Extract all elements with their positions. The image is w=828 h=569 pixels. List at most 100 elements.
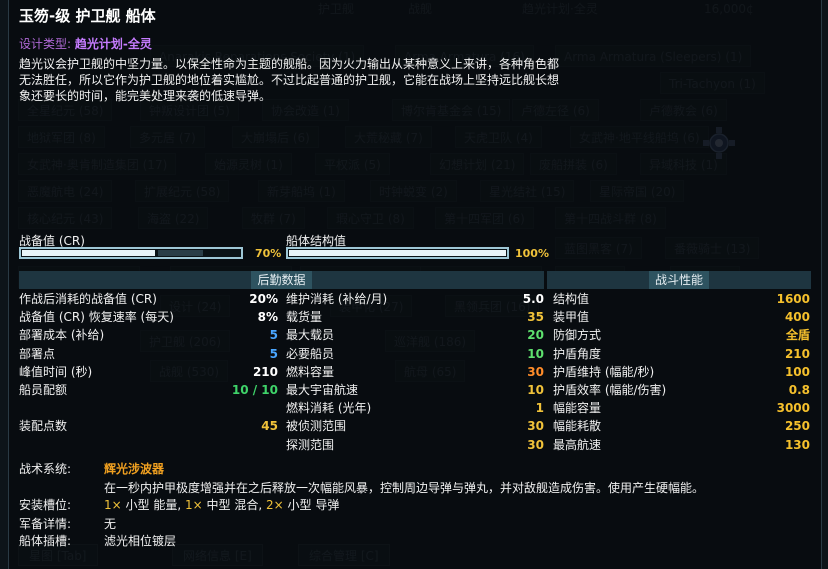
stat-row: 探测范围 30 (286, 436, 544, 454)
stat-label: 防御方式 (553, 328, 602, 343)
stat-row: 防御方式 全盾 (553, 326, 810, 344)
stat-label: 维护消耗 (补给/月) (286, 292, 388, 306)
stat-label: 装配点数 (19, 419, 68, 434)
description-line: 趋光议会护卫舰的中坚力量。以保全性命为主题的舰船。因为火力输出从某种意义上来讲，… (19, 57, 560, 71)
stat-value: 400 (784, 310, 810, 325)
mounts-label: 安装槽位: (19, 498, 72, 512)
stat-row: 燃料容量 30 (286, 363, 544, 381)
design-type-value: 趋光计划-全灵 (74, 37, 152, 51)
stat-row: 幅能耗散 250 (553, 417, 810, 435)
stat-row: 维护消耗 (补给/月) 5.0 (286, 290, 544, 308)
stat-value: 5 (269, 346, 278, 361)
stat-value: 30 (527, 364, 544, 379)
stat-label: 装甲值 (553, 310, 590, 325)
design-type-label: 设计类型: (19, 37, 72, 51)
stat-value: 3000 (776, 401, 810, 416)
stat-value: 250 (784, 419, 810, 434)
stat-label: 燃料容量 (286, 364, 335, 379)
stat-value: 100 (784, 364, 810, 379)
mounts-list: 1× 小型 能量, 1× 中型 混合, 2× 小型 导弹 (104, 496, 339, 513)
stat-row: 部署成本 (补给) 5 (19, 326, 278, 344)
stat-value: 130 (784, 437, 810, 452)
stat-label: 最大宇宙航速 (286, 383, 359, 397)
cr-bar-fill (22, 250, 155, 256)
tactical-system-description: 在一秒内护甲极度增强并在之后释放一次幅能风暴，控制周边导弹与弹丸，并对敌舰造成伤… (104, 481, 705, 495)
cr-bar-remainder (158, 250, 203, 256)
stat-value: 35 (527, 310, 544, 325)
stat-label: 最大载员 (286, 328, 335, 343)
stat-value: 45 (261, 419, 278, 434)
stat-row: 必要船员 10 (286, 345, 544, 363)
stat-value: 全盾 (785, 328, 810, 343)
stat-row: 护盾效率 (幅能/伤害) 0.8 (553, 381, 810, 399)
stat-value: 10 / 10 (231, 383, 278, 397)
stat-row: 幅能容量 3000 (553, 399, 810, 417)
stat-value: 1600 (776, 292, 810, 306)
tactical-system-name: 辉光涉波器 (104, 462, 165, 476)
design-type: 设计类型: 趋光计划-全灵 (19, 35, 152, 52)
stat-value: 30 (527, 419, 544, 434)
stat-row: 载货量 35 (286, 308, 544, 326)
stat-row: 部署点 5 (19, 345, 278, 363)
stat-row: 最高航速 130 (553, 436, 810, 454)
stat-label: 护盾效率 (幅能/伤害) (553, 383, 667, 397)
stat-row (19, 399, 278, 417)
armament-label: 军备详情: (19, 517, 72, 531)
stat-label: 幅能耗散 (553, 419, 602, 434)
stat-row: 最大宇宙航速 10 (286, 381, 544, 399)
stat-value: 20% (249, 292, 278, 306)
stat-label: 部署点 (19, 346, 56, 361)
ship-hull-tooltip: 玉笏-级 护卫舰 船体 设计类型: 趋光计划-全灵 趋光议会护卫舰的中坚力量。以… (8, 0, 822, 569)
stat-value: 210 (252, 364, 278, 379)
stat-row: 装甲值 400 (553, 308, 810, 326)
stat-row: 最大载员 20 (286, 326, 544, 344)
hull-bar-fill (289, 250, 506, 256)
stat-label: 最高航速 (553, 437, 602, 452)
tactical-system-label: 战术系统: (19, 462, 72, 476)
stat-row: 装配点数 45 (19, 417, 278, 435)
stat-label: 燃料消耗 (光年) (286, 401, 372, 416)
stat-label: 幅能容量 (553, 401, 602, 416)
stat-label: 载货量 (286, 310, 323, 325)
stat-value: 1 (535, 401, 544, 416)
stat-value: 20 (527, 328, 544, 343)
stat-label: 峰值时间 (秒) (19, 364, 93, 379)
mount-count: 2× (266, 498, 284, 512)
combat-header: 战斗性能 (547, 271, 811, 289)
stat-value: 0.8 (788, 383, 810, 397)
stat-label: 战备值 (CR) 恢复速率 (每天) (19, 310, 174, 325)
stat-row: 被侦测范围 30 (286, 417, 544, 435)
stat-row: 燃料消耗 (光年) 1 (286, 399, 544, 417)
mount-type: 中型 混合, (206, 498, 263, 512)
description-line: 象还要长的时间，能完美处理来袭的低速导弹。 (19, 89, 272, 103)
stat-row: 结构值 1600 (553, 290, 810, 308)
cr-bar (19, 247, 243, 259)
hullmod-label: 船体插槽: (19, 534, 72, 548)
stat-value: 10 (527, 383, 544, 397)
stat-value: 5.0 (522, 292, 544, 306)
cr-percent: 70% (255, 247, 282, 260)
logistics-header-label: 后勤数据 (251, 271, 312, 289)
stat-row: 战备值 (CR) 恢复速率 (每天) 8% (19, 308, 278, 326)
armament-value: 无 (104, 517, 117, 531)
stat-row: 峰值时间 (秒) 210 (19, 363, 278, 381)
stat-value: 210 (784, 346, 810, 361)
stat-label: 结构值 (553, 292, 590, 306)
stat-label: 护盾维持 (幅能/秒) (553, 364, 655, 379)
stat-label: 探测范围 (286, 437, 335, 452)
stat-label: 作战后消耗的战备值 (CR) (19, 292, 157, 306)
stat-label: 必要船员 (286, 346, 335, 361)
stat-label: 护盾角度 (553, 346, 602, 361)
stat-row: 船员配额 10 / 10 (19, 381, 278, 399)
stat-row: 护盾角度 210 (553, 345, 810, 363)
logistics-header: 后勤数据 (19, 271, 544, 289)
ship-description: 趋光议会护卫舰的中坚力量。以保全性命为主题的舰船。因为火力输出从某种意义上来讲，… (19, 56, 619, 104)
stat-value: 30 (527, 437, 544, 452)
stat-value: 8% (257, 310, 278, 325)
hullmod-value: 滤光相位镀层 (104, 534, 177, 548)
stat-value: 5 (269, 328, 278, 343)
mount-type: 小型 能量, (125, 498, 182, 512)
stat-label: 部署成本 (补给) (19, 328, 105, 343)
description-line: 无法胜任，所以它作为护卫舰的地位着实尴尬。不过比起普通的护卫舰，它能在战场上坚持… (19, 73, 560, 87)
hull-percent: 100% (515, 247, 549, 260)
